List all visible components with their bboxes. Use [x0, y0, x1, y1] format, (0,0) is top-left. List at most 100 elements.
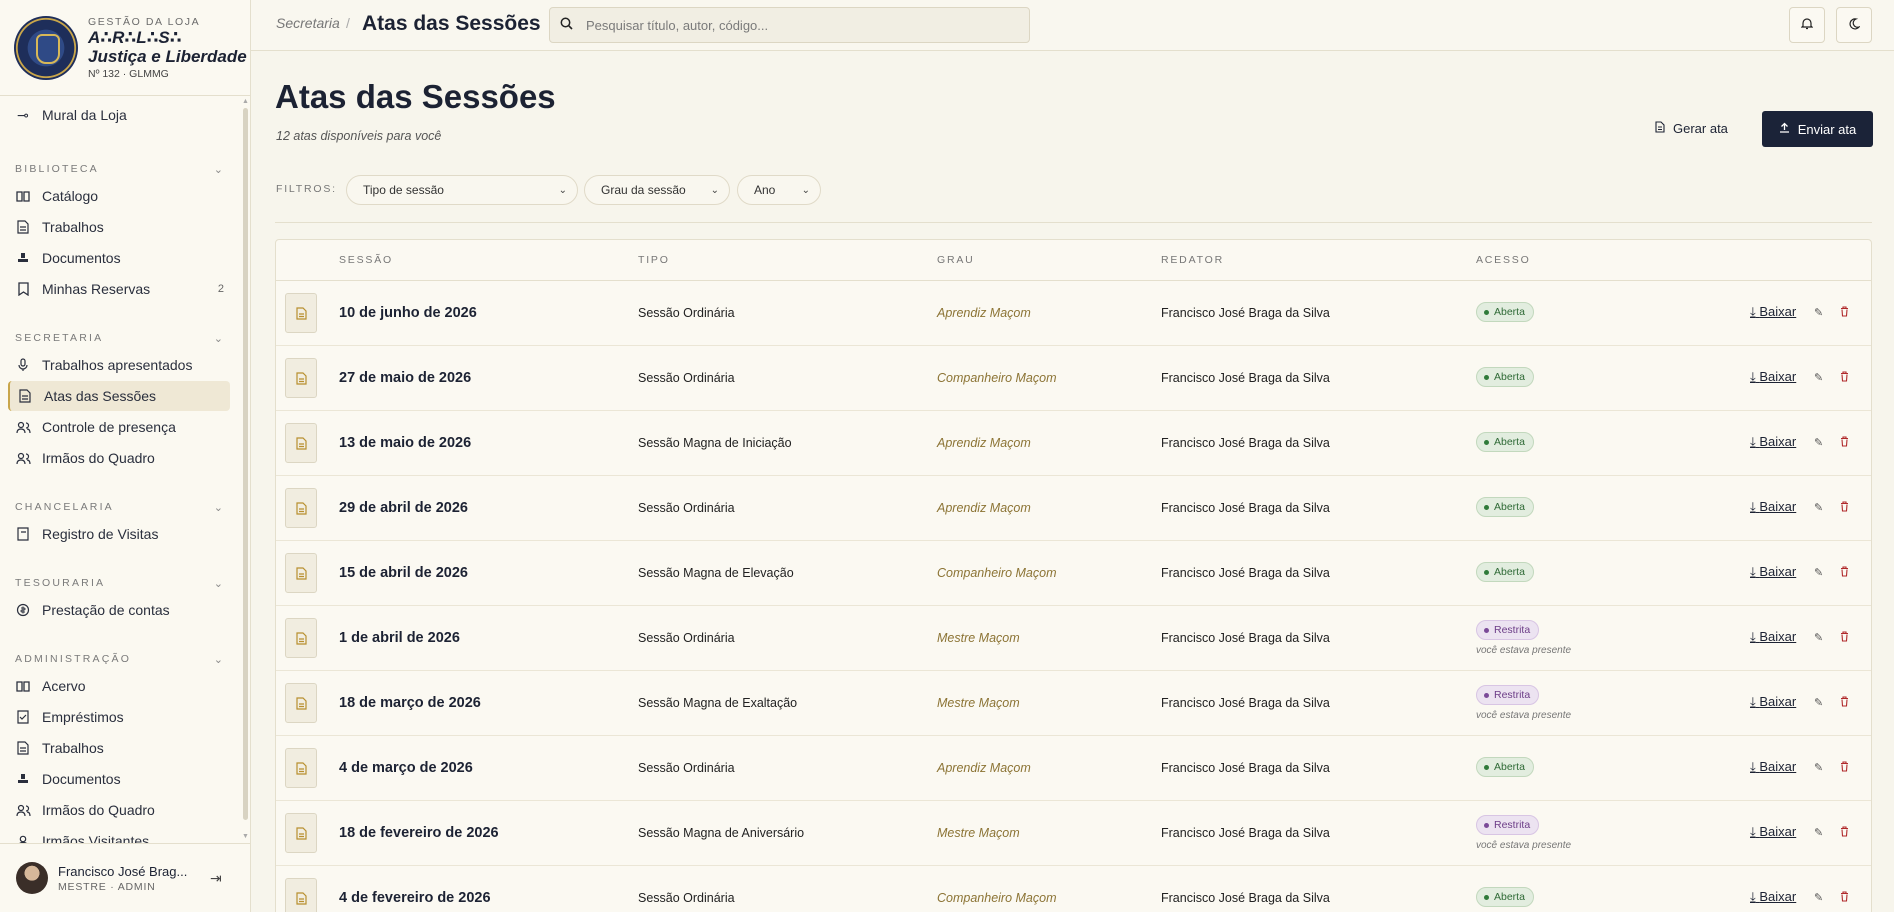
- filter-tipo-sessao[interactable]: Tipo de sessão ⌄: [346, 175, 578, 205]
- table-row[interactable]: 27 de maio de 2026 Sessão Ordinária Compan…: [276, 346, 1871, 411]
- col-header-redator[interactable]: REDATOR: [1161, 254, 1224, 266]
- download-button[interactable]: ⤓ Baixar: [1750, 889, 1796, 905]
- table-row[interactable]: 18 de fevereiro de 2026 Sessão Magna de A…: [276, 801, 1871, 866]
- table-row[interactable]: 10 de junho de 2026 Sessão Ordinária Apren…: [276, 281, 1871, 346]
- document-icon[interactable]: [285, 748, 317, 788]
- download-button[interactable]: ⤓ Baixar: [1750, 759, 1796, 775]
- delete-icon[interactable]: [1840, 501, 1849, 515]
- sidebar-item-irmaos-visitantes[interactable]: Irmãos Visitantes: [8, 826, 230, 843]
- download-button[interactable]: ⤓ Baixar: [1750, 694, 1796, 710]
- sidebar-scrollbar[interactable]: [243, 108, 248, 820]
- document-icon[interactable]: [285, 488, 317, 528]
- delete-icon[interactable]: [1840, 566, 1849, 580]
- col-header-sessao[interactable]: SESSÃO: [339, 254, 393, 266]
- sidebar-item-catalogo[interactable]: Catálogo: [8, 181, 230, 211]
- delete-icon[interactable]: [1840, 761, 1849, 775]
- session-date[interactable]: 29 de abril de 2026: [339, 500, 468, 516]
- sidebar-item-registro-visitas[interactable]: Registro de Visitas: [8, 519, 230, 549]
- document-icon[interactable]: [285, 878, 317, 912]
- scroll-down-icon[interactable]: ▼: [242, 833, 249, 840]
- delete-icon[interactable]: [1840, 696, 1849, 710]
- theme-toggle-button[interactable]: [1836, 7, 1872, 43]
- col-header-grau[interactable]: GRAU: [937, 254, 975, 266]
- document-icon[interactable]: [285, 618, 317, 658]
- sidebar-item-atas-das-sessoes[interactable]: Atas das Sessões: [8, 381, 230, 411]
- filter-grau-sessao[interactable]: Grau da sessão ⌄: [584, 175, 730, 205]
- delete-icon[interactable]: [1840, 306, 1849, 320]
- sidebar-item-admin-trabalhos[interactable]: Trabalhos: [8, 733, 230, 763]
- sidebar-item-prestacao-contas[interactable]: Prestação de contas: [8, 595, 230, 625]
- edit-icon[interactable]: ✎: [1814, 371, 1823, 384]
- edit-icon[interactable]: ✎: [1814, 306, 1823, 319]
- table-row[interactable]: 13 de maio de 2026 Sessão Magna de Inicia…: [276, 411, 1871, 476]
- delete-icon[interactable]: [1840, 436, 1849, 450]
- sidebar-item-irmaos-quadro[interactable]: Irmãos do Quadro: [8, 443, 230, 473]
- edit-icon[interactable]: ✎: [1814, 631, 1823, 644]
- sidebar-item-admin-documentos[interactable]: Documentos: [8, 764, 230, 794]
- download-button[interactable]: ⤓ Baixar: [1750, 824, 1796, 840]
- search-box[interactable]: [549, 7, 1030, 43]
- session-date[interactable]: 27 de maio de 2026: [339, 370, 471, 386]
- edit-icon[interactable]: ✎: [1814, 436, 1823, 449]
- document-icon[interactable]: [285, 358, 317, 398]
- notifications-button[interactable]: [1789, 7, 1825, 43]
- table-row[interactable]: 15 de abril de 2026 Sessão Magna de Eleva…: [276, 541, 1871, 606]
- sidebar-item-controle-presenca[interactable]: Controle de presença: [8, 412, 230, 442]
- document-icon[interactable]: [285, 293, 317, 333]
- upload-ata-button[interactable]: Enviar ata: [1762, 111, 1873, 147]
- session-date[interactable]: 18 de fevereiro de 2026: [339, 825, 499, 841]
- section-administracao[interactable]: ADMINISTRAÇÃO ⌄: [15, 651, 223, 667]
- table-row[interactable]: 18 de março de 2026 Sessão Magna de Exalt…: [276, 671, 1871, 736]
- sidebar-item-acervo[interactable]: Acervo: [8, 671, 230, 701]
- session-date[interactable]: 10 de junho de 2026: [339, 305, 477, 321]
- session-date[interactable]: 15 de abril de 2026: [339, 565, 468, 581]
- sidebar-item-emprestimos[interactable]: Empréstimos: [8, 702, 230, 732]
- delete-icon[interactable]: [1840, 826, 1849, 840]
- document-icon[interactable]: [285, 423, 317, 463]
- table-row[interactable]: 1 de abril de 2026 Sessão Ordinária Mestre…: [276, 606, 1871, 671]
- table-row[interactable]: 4 de março de 2026 Sessão Ordinária Aprend…: [276, 736, 1871, 801]
- logout-icon[interactable]: ⇥: [210, 870, 222, 887]
- session-date[interactable]: 13 de maio de 2026: [339, 435, 471, 451]
- section-tesouraria[interactable]: TESOURARIA ⌄: [15, 575, 223, 591]
- download-button[interactable]: ⤓ Baixar: [1750, 499, 1796, 515]
- filter-ano[interactable]: Ano ⌄: [737, 175, 821, 205]
- edit-icon[interactable]: ✎: [1814, 826, 1823, 839]
- edit-icon[interactable]: ✎: [1814, 696, 1823, 709]
- download-button[interactable]: ⤓ Baixar: [1750, 629, 1796, 645]
- search-input[interactable]: [586, 17, 1006, 33]
- session-date[interactable]: 4 de março de 2026: [339, 760, 473, 776]
- sidebar-item-trabalhos[interactable]: Trabalhos: [8, 212, 230, 242]
- edit-icon[interactable]: ✎: [1814, 501, 1823, 514]
- download-button[interactable]: ⤓ Baixar: [1750, 369, 1796, 385]
- session-date[interactable]: 4 de fevereiro de 2026: [339, 890, 491, 906]
- table-row[interactable]: 4 de fevereiro de 2026 Sessão Ordinária Co…: [276, 866, 1871, 912]
- scroll-up-icon[interactable]: ▲: [242, 98, 249, 105]
- generate-ata-button[interactable]: Gerar ata: [1655, 116, 1728, 140]
- document-icon[interactable]: [285, 683, 317, 723]
- section-chancelaria[interactable]: CHANCELARIA ⌄: [15, 499, 223, 515]
- document-icon[interactable]: [285, 553, 317, 593]
- edit-icon[interactable]: ✎: [1814, 761, 1823, 774]
- breadcrumb-parent[interactable]: Secretaria: [276, 15, 340, 31]
- document-icon[interactable]: [285, 813, 317, 853]
- edit-icon[interactable]: ✎: [1814, 891, 1823, 904]
- sidebar-item-documentos[interactable]: Documentos: [8, 243, 230, 273]
- col-header-tipo[interactable]: TIPO: [638, 254, 670, 266]
- delete-icon[interactable]: [1840, 891, 1849, 905]
- section-biblioteca[interactable]: BIBLIOTECA ⌄: [15, 161, 223, 177]
- sidebar-item-minhas-reservas[interactable]: Minhas Reservas 2: [8, 274, 230, 304]
- sidebar-item-mural[interactable]: ⊸ Mural da Loja: [8, 100, 230, 130]
- session-date[interactable]: 1 de abril de 2026: [339, 630, 460, 646]
- section-secretaria[interactable]: SECRETARIA ⌄: [15, 330, 223, 346]
- brand-header[interactable]: GESTÃO DA LOJA A∴R∴L∴S∴ Justiça e Liberd…: [0, 0, 250, 96]
- download-button[interactable]: ⤓ Baixar: [1750, 564, 1796, 580]
- avatar[interactable]: [16, 862, 48, 894]
- col-header-acesso[interactable]: ACESSO: [1476, 254, 1531, 266]
- sidebar-item-trabalhos-apresentados[interactable]: Trabalhos apresentados: [8, 350, 230, 380]
- table-row[interactable]: 29 de abril de 2026 Sessão Ordinária Apren…: [276, 476, 1871, 541]
- edit-icon[interactable]: ✎: [1814, 566, 1823, 579]
- delete-icon[interactable]: [1840, 371, 1849, 385]
- session-date[interactable]: 18 de março de 2026: [339, 695, 481, 711]
- delete-icon[interactable]: [1840, 631, 1849, 645]
